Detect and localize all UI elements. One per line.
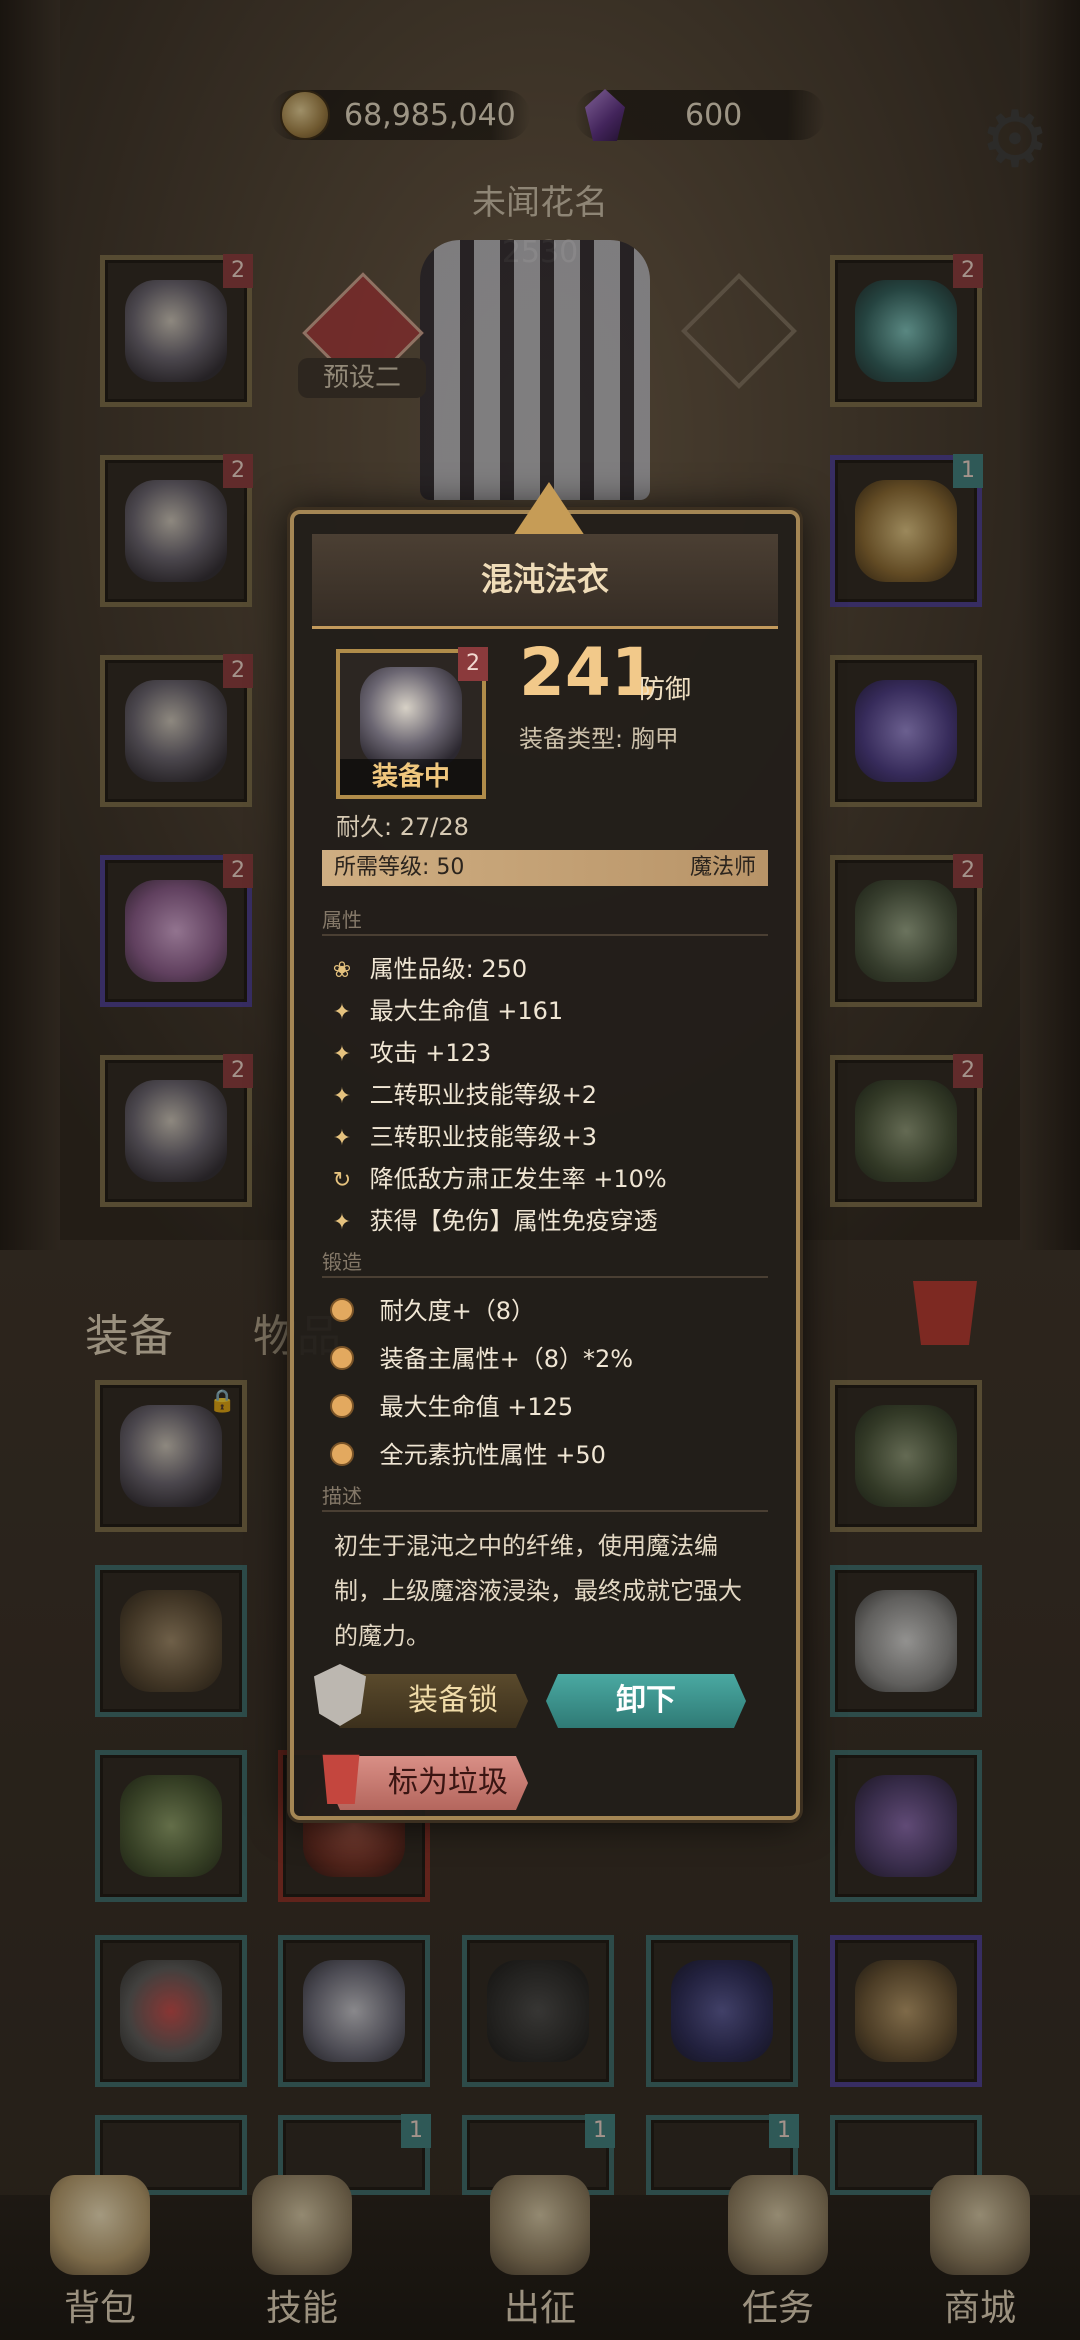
forge-header: 锻造 [322, 1246, 768, 1278]
item-detail-popup: 混沌法衣 2 装备中 241 防御 装备类型: 胸甲 耐久: 27/28 所需等… [290, 482, 800, 1820]
forge-row: 装备主属性+（8）*2% [322, 1339, 768, 1377]
star-icon: ✦ [332, 1042, 352, 1067]
forge-dot-icon [330, 1298, 354, 1322]
cycle-icon: ↻ [332, 1168, 352, 1193]
attribute-text: 属性品级: 250 [369, 955, 528, 983]
item-name: 混沌法衣 [480, 560, 609, 598]
forge-row: 耐久度+（8） [322, 1291, 768, 1329]
forge-header-label: 锻造 [322, 1250, 362, 1274]
defense-value: 241 [519, 634, 657, 711]
forge-text: 装备主属性+（8）*2% [379, 1345, 634, 1373]
attribute-text: 攻击 +123 [369, 1039, 492, 1067]
forge-text: 最大生命值 +125 [379, 1393, 574, 1421]
lotus-icon: ❀ [332, 958, 352, 983]
requirement-bar: 所需等级: 50 魔法师 [322, 850, 768, 886]
star-icon: ✦ [332, 1084, 352, 1109]
defense-label: 防御 [639, 675, 692, 705]
attribute-row: ✦ 三转职业技能等级+3 [322, 1117, 768, 1155]
attributes-header-label: 属性 [322, 908, 362, 932]
attribute-row: ↻ 降低敌方肃正发生率 +10% [322, 1159, 768, 1197]
item-preview: 2 装备中 [336, 647, 488, 799]
description-header: 描述 [322, 1480, 768, 1512]
forge-dot-icon [330, 1394, 354, 1418]
attribute-row: ✦ 最大生命值 +161 [322, 991, 768, 1029]
forge-row: 全元素抗性属性 +50 [322, 1435, 768, 1473]
required-level: 所需等级: 50 [334, 855, 465, 880]
attributes-header: 属性 [322, 904, 768, 936]
star-icon: ✦ [332, 1000, 352, 1025]
attribute-text: 二转职业技能等级+2 [369, 1081, 598, 1109]
star-icon: ✦ [332, 1126, 352, 1151]
forge-dot-icon [330, 1346, 354, 1370]
item-description: 初生于混沌之中的纤维，使用魔法编制，上级魔溶液浸染，最终成就它强大的魔力。 [334, 1532, 742, 1650]
attribute-row: ❀ 属性品级: 250 [322, 949, 768, 987]
attribute-row: ✦ 获得【免伤】属性免疫穿透 [322, 1201, 768, 1239]
attribute-row: ✦ 攻击 +123 [322, 1033, 768, 1071]
forge-dot-icon [330, 1442, 354, 1466]
item-badge: 2 [458, 647, 488, 681]
required-class: 魔法师 [689, 855, 756, 880]
chaos-robe-icon [360, 667, 462, 769]
equipped-tag: 装备中 [340, 759, 482, 795]
forge-text: 全元素抗性属性 +50 [379, 1441, 606, 1469]
durability: 耐久: 27/28 [336, 813, 469, 841]
equipment-type: 装备类型: 胸甲 [519, 725, 679, 753]
star-icon: ✦ [332, 1210, 352, 1235]
forge-row: 最大生命值 +125 [322, 1387, 768, 1425]
attribute-text: 最大生命值 +161 [369, 997, 564, 1025]
attribute-text: 降低敌方肃正发生率 +10% [369, 1165, 667, 1193]
forge-text: 耐久度+（8） [379, 1297, 536, 1325]
popup-title-bar: 混沌法衣 [312, 534, 778, 629]
description-header-label: 描述 [322, 1484, 362, 1508]
attribute-row: ✦ 二转职业技能等级+2 [322, 1075, 768, 1113]
attribute-text: 三转职业技能等级+3 [369, 1123, 598, 1151]
unequip-button[interactable]: 卸下 [546, 1674, 746, 1728]
attribute-text: 获得【免伤】属性免疫穿透 [369, 1207, 658, 1235]
